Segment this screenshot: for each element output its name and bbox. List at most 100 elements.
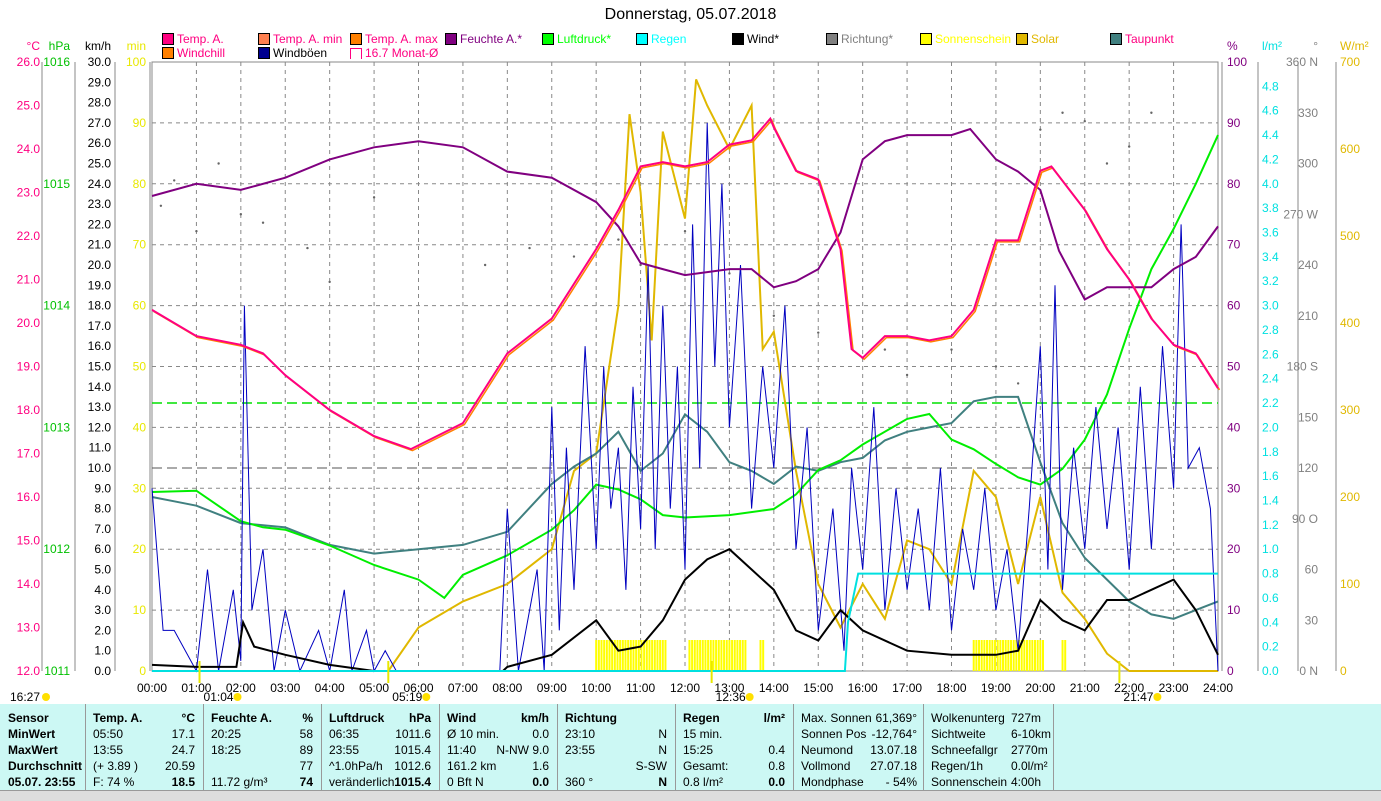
axis-tick-time: 10:00 (581, 681, 611, 695)
direction-point (159, 204, 163, 207)
dir-value: N (658, 743, 667, 757)
axis-tick-kmh: 30.0 (88, 55, 112, 69)
dir-value: S-SW (635, 759, 667, 773)
axis-tick-time: 14:00 (759, 681, 789, 695)
hum-value: 58 (299, 727, 313, 741)
moon-icon (42, 693, 50, 701)
direction-point (1105, 162, 1109, 165)
temp-value: 24.7 (171, 743, 195, 757)
axis-tick-deg: 300 (1298, 157, 1318, 171)
axis-unit-temp: °C (27, 39, 41, 53)
marker-label: 12:36 (716, 690, 746, 704)
sun-value: 27.07.18 (870, 759, 917, 773)
axis-tick-temp: 19.0 (17, 360, 41, 374)
axis-tick-deg: 30 (1305, 613, 1319, 627)
axis-tick-wm2: 600 (1340, 142, 1360, 156)
hum-unit: % (302, 711, 313, 725)
axis-tick-kmh: 9.0 (94, 481, 111, 495)
axis-tick-rain: 3.2 (1262, 274, 1279, 288)
misc-value: 4:00h (1011, 775, 1042, 789)
axis-tick-min: 0 (139, 664, 146, 678)
axis-tick-time: 12:00 (670, 681, 700, 695)
axis-tick-min: 10 (133, 603, 147, 617)
axis-tick-kmh: 7.0 (94, 522, 111, 536)
axis-tick-kmh: 12.0 (88, 420, 112, 434)
rain-header: Regen (683, 711, 720, 725)
sun-label: Mondphase (801, 775, 864, 789)
axis-tick-kmh: 5.0 (94, 563, 111, 577)
marker-label: 21:47 (1123, 690, 1153, 704)
axis-tick-wm2: 300 (1340, 403, 1360, 417)
axis-tick-min: 50 (133, 360, 147, 374)
temp-header: Temp. A. (93, 711, 143, 725)
misc-value: 727m (1011, 711, 1042, 725)
axis-tick-deg: 0 N (1299, 664, 1318, 678)
direction-point (173, 179, 176, 182)
axis-tick-time: 16:00 (848, 681, 878, 695)
temp-unit: °C (181, 711, 195, 725)
sun-label: Vollmond (801, 759, 851, 773)
press-label: veränderlich (329, 775, 395, 789)
axis-tick-temp: 23.0 (17, 186, 41, 200)
axis-tick-kmh: 8.0 (94, 502, 111, 516)
axis-tick-kmh: 22.0 (88, 217, 112, 231)
direction-point (683, 229, 687, 233)
sun-column: Max. Sonnen 61,369° Sonnen Pos -12,764° Neum… (793, 704, 924, 790)
direction-point (1061, 111, 1064, 114)
press-unit: hPa (408, 711, 431, 725)
axis-tick-pct: 30 (1227, 481, 1241, 495)
axis-unit-min: min (127, 39, 146, 53)
axis-tick-deg: 90 O (1292, 512, 1318, 526)
press-value: 1012.6 (394, 759, 431, 773)
axis-tick-deg: 360 N (1286, 55, 1318, 69)
axis-tick-kmh: 25.0 (88, 157, 112, 171)
axis-tick-rain: 4.2 (1262, 152, 1279, 166)
axis-tick-rain: 3.8 (1262, 201, 1279, 215)
axis-tick-time: 03:00 (270, 681, 300, 695)
marker-label: 05:19 (392, 690, 422, 704)
axis-tick-temp: 12.0 (17, 664, 41, 678)
press-label: 23:55 (329, 743, 360, 757)
wind-label: Ø 10 min. (447, 727, 500, 741)
temp-value: 20.59 (164, 759, 195, 773)
axis-tick-rain: 4.6 (1262, 104, 1279, 118)
axis-tick-rain: 4.0 (1262, 177, 1279, 191)
axis-tick-pct: 40 (1227, 420, 1241, 434)
axis-tick-min: 60 (133, 299, 147, 313)
axis-tick-rain: 2.2 (1262, 396, 1279, 410)
axis-tick-kmh: 20.0 (88, 258, 112, 272)
misc-label: Wolkenunterg (931, 711, 1005, 725)
axis-tick-rain: 1.2 (1262, 518, 1279, 532)
axis-tick-rain: 0.2 (1262, 640, 1279, 654)
dir-label: 360 ° (565, 775, 594, 789)
axis-tick-kmh: 26.0 (88, 136, 112, 150)
axis-tick-deg: 210 (1298, 309, 1318, 323)
rain-value: 0.0 (768, 775, 785, 789)
axis-tick-rain: 4.4 (1262, 128, 1279, 142)
axis-tick-rain: 2.8 (1262, 323, 1279, 337)
axis-tick-kmh: 21.0 (88, 238, 112, 252)
press-value: 1015.4 (394, 775, 431, 789)
sun-value: 13.07.18 (870, 743, 917, 757)
sun-value: - 54% (885, 775, 917, 789)
axis-tick-kmh: 4.0 (94, 583, 111, 597)
status-bar (0, 790, 1381, 801)
axis-tick-kmh: 28.0 (88, 96, 112, 110)
misc-label: Regen/1h (931, 759, 984, 773)
axis-tick-pct: 100 (1227, 55, 1247, 69)
axis-tick-rain: 2.6 (1262, 347, 1279, 361)
axis-tick-wm2: 100 (1340, 577, 1360, 591)
axis-tick-kmh: 14.0 (88, 380, 112, 394)
misc-value: 6-10km (1011, 727, 1052, 741)
direction-point (372, 196, 376, 199)
row-label-avg: Durchschnitt (8, 759, 83, 773)
axis-tick-rain: 0.6 (1262, 591, 1279, 605)
direction-point (994, 365, 998, 368)
rain-label: 15 min. (683, 727, 723, 741)
dir-column: Richtung 23:10 N 23:55 N S-SW 360 ° N (557, 704, 676, 790)
sun-label: Max. Sonnen (801, 711, 872, 725)
axis-tick-kmh: 13.0 (88, 400, 112, 414)
axis-tick-rain: 1.6 (1262, 469, 1279, 483)
row-label-max: MaxWert (8, 743, 58, 757)
axis-tick-time: 21:00 (1070, 681, 1100, 695)
